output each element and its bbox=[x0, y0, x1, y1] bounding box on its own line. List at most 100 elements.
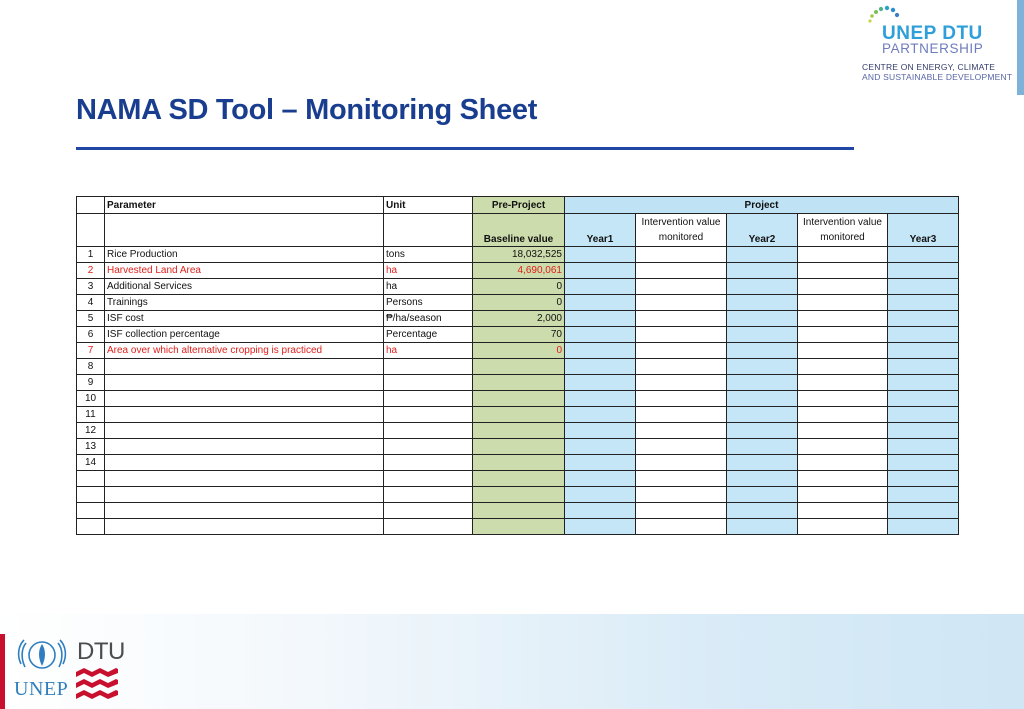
baseline-value-cell[interactable]: 0 bbox=[472, 342, 565, 359]
year2-cell[interactable] bbox=[726, 518, 798, 535]
unit-cell[interactable]: Percentage bbox=[383, 326, 473, 343]
year2-cell[interactable] bbox=[726, 358, 798, 375]
row-number[interactable]: 2 bbox=[76, 262, 105, 279]
year2-cell[interactable] bbox=[726, 262, 798, 279]
unit-cell[interactable] bbox=[383, 470, 473, 487]
year1-cell[interactable] bbox=[564, 294, 636, 311]
year2-cell[interactable] bbox=[726, 406, 798, 423]
intervention1-cell[interactable] bbox=[635, 278, 727, 295]
year3-cell[interactable] bbox=[887, 294, 959, 311]
intervention1-cell[interactable] bbox=[635, 438, 727, 455]
baseline-value-cell[interactable]: 4,690,061 bbox=[472, 262, 565, 279]
baseline-value-cell[interactable]: 0 bbox=[472, 294, 565, 311]
year1-cell[interactable] bbox=[564, 374, 636, 391]
intervention1-cell[interactable] bbox=[635, 262, 727, 279]
parameter-cell[interactable]: Rice Production bbox=[104, 246, 384, 263]
year3-cell[interactable] bbox=[887, 390, 959, 407]
year3-cell[interactable] bbox=[887, 422, 959, 439]
baseline-value-cell[interactable] bbox=[472, 502, 565, 519]
year3-cell[interactable] bbox=[887, 278, 959, 295]
intervention1-cell[interactable] bbox=[635, 454, 727, 471]
unit-cell[interactable] bbox=[383, 518, 473, 535]
intervention2-cell[interactable] bbox=[797, 342, 888, 359]
intervention1-cell[interactable] bbox=[635, 390, 727, 407]
baseline-value-cell[interactable] bbox=[472, 486, 565, 503]
intervention1-cell[interactable] bbox=[635, 246, 727, 263]
intervention2-cell[interactable] bbox=[797, 326, 888, 343]
year3-cell[interactable] bbox=[887, 326, 959, 343]
intervention2-cell[interactable] bbox=[797, 374, 888, 391]
intervention2-cell[interactable] bbox=[797, 246, 888, 263]
parameter-cell[interactable]: ISF collection percentage bbox=[104, 326, 384, 343]
year1-cell[interactable] bbox=[564, 454, 636, 471]
unit-cell[interactable] bbox=[383, 374, 473, 391]
row-number[interactable]: 8 bbox=[76, 358, 105, 375]
row-number[interactable] bbox=[76, 518, 105, 535]
year3-cell[interactable] bbox=[887, 342, 959, 359]
parameter-cell[interactable] bbox=[104, 390, 384, 407]
year1-cell[interactable] bbox=[564, 406, 636, 423]
intervention1-cell[interactable] bbox=[635, 374, 727, 391]
intervention2-cell[interactable] bbox=[797, 406, 888, 423]
row-number[interactable]: 3 bbox=[76, 278, 105, 295]
year3-cell[interactable] bbox=[887, 358, 959, 375]
intervention1-cell[interactable] bbox=[635, 294, 727, 311]
year3-cell[interactable] bbox=[887, 246, 959, 263]
year3-cell[interactable] bbox=[887, 310, 959, 327]
intervention2-cell[interactable] bbox=[797, 486, 888, 503]
intervention2-cell[interactable] bbox=[797, 390, 888, 407]
unit-cell[interactable] bbox=[383, 390, 473, 407]
row-number[interactable]: 4 bbox=[76, 294, 105, 311]
baseline-value-cell[interactable] bbox=[472, 422, 565, 439]
unit-cell[interactable] bbox=[383, 358, 473, 375]
parameter-cell[interactable] bbox=[104, 358, 384, 375]
year1-cell[interactable] bbox=[564, 310, 636, 327]
row-number[interactable]: 14 bbox=[76, 454, 105, 471]
intervention2-cell[interactable] bbox=[797, 422, 888, 439]
year1-cell[interactable] bbox=[564, 486, 636, 503]
intervention2-cell[interactable] bbox=[797, 502, 888, 519]
year3-cell[interactable] bbox=[887, 454, 959, 471]
intervention1-cell[interactable] bbox=[635, 310, 727, 327]
parameter-cell[interactable] bbox=[104, 518, 384, 535]
year1-cell[interactable] bbox=[564, 422, 636, 439]
year2-cell[interactable] bbox=[726, 294, 798, 311]
row-number[interactable]: 7 bbox=[76, 342, 105, 359]
row-number[interactable]: 9 bbox=[76, 374, 105, 391]
parameter-cell[interactable] bbox=[104, 502, 384, 519]
intervention2-cell[interactable] bbox=[797, 470, 888, 487]
baseline-value-cell[interactable] bbox=[472, 358, 565, 375]
row-number[interactable]: 11 bbox=[76, 406, 105, 423]
row-number[interactable] bbox=[76, 470, 105, 487]
year1-cell[interactable] bbox=[564, 518, 636, 535]
year1-cell[interactable] bbox=[564, 438, 636, 455]
intervention2-cell[interactable] bbox=[797, 454, 888, 471]
parameter-cell[interactable]: Trainings bbox=[104, 294, 384, 311]
parameter-cell[interactable] bbox=[104, 454, 384, 471]
intervention1-cell[interactable] bbox=[635, 518, 727, 535]
intervention2-cell[interactable] bbox=[797, 518, 888, 535]
unit-cell[interactable]: tons bbox=[383, 246, 473, 263]
parameter-cell[interactable]: ISF cost bbox=[104, 310, 384, 327]
year3-cell[interactable] bbox=[887, 502, 959, 519]
unit-cell[interactable] bbox=[383, 422, 473, 439]
parameter-cell[interactable] bbox=[104, 422, 384, 439]
parameter-cell[interactable]: Harvested Land Area bbox=[104, 262, 384, 279]
intervention2-cell[interactable] bbox=[797, 294, 888, 311]
year2-cell[interactable] bbox=[726, 470, 798, 487]
year2-cell[interactable] bbox=[726, 246, 798, 263]
year2-cell[interactable] bbox=[726, 422, 798, 439]
baseline-value-cell[interactable] bbox=[472, 374, 565, 391]
intervention1-cell[interactable] bbox=[635, 502, 727, 519]
parameter-cell[interactable] bbox=[104, 438, 384, 455]
year2-cell[interactable] bbox=[726, 502, 798, 519]
year2-cell[interactable] bbox=[726, 342, 798, 359]
year1-cell[interactable] bbox=[564, 326, 636, 343]
parameter-cell[interactable]: Additional Services bbox=[104, 278, 384, 295]
year3-cell[interactable] bbox=[887, 518, 959, 535]
unit-cell[interactable]: ha bbox=[383, 342, 473, 359]
baseline-value-cell[interactable] bbox=[472, 406, 565, 423]
parameter-cell[interactable] bbox=[104, 470, 384, 487]
parameter-cell[interactable] bbox=[104, 374, 384, 391]
year1-cell[interactable] bbox=[564, 470, 636, 487]
